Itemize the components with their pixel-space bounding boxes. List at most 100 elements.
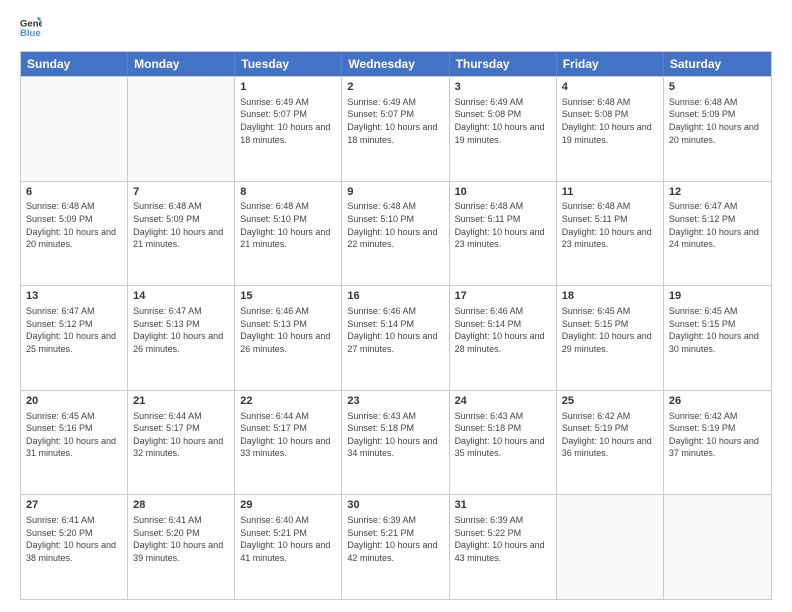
- day-info: Sunrise: 6:45 AM Sunset: 5:15 PM Dayligh…: [562, 305, 658, 355]
- day-info: Sunrise: 6:48 AM Sunset: 5:09 PM Dayligh…: [26, 200, 122, 250]
- day-number: 23: [347, 394, 443, 409]
- day-cell-19: 19Sunrise: 6:45 AM Sunset: 5:15 PM Dayli…: [664, 286, 771, 390]
- day-cell-17: 17Sunrise: 6:46 AM Sunset: 5:14 PM Dayli…: [450, 286, 557, 390]
- day-number: 19: [669, 289, 766, 304]
- day-header-sunday: Sunday: [21, 52, 128, 76]
- day-number: 31: [455, 498, 551, 513]
- day-info: Sunrise: 6:47 AM Sunset: 5:12 PM Dayligh…: [669, 200, 766, 250]
- day-cell-12: 12Sunrise: 6:47 AM Sunset: 5:12 PM Dayli…: [664, 182, 771, 286]
- day-cell-15: 15Sunrise: 6:46 AM Sunset: 5:13 PM Dayli…: [235, 286, 342, 390]
- calendar-header-row: SundayMondayTuesdayWednesdayThursdayFrid…: [21, 52, 771, 76]
- day-info: Sunrise: 6:48 AM Sunset: 5:09 PM Dayligh…: [133, 200, 229, 250]
- general-blue-icon: General Blue: [20, 16, 42, 38]
- day-number: 13: [26, 289, 122, 304]
- day-cell-20: 20Sunrise: 6:45 AM Sunset: 5:16 PM Dayli…: [21, 391, 128, 495]
- day-cell-7: 7Sunrise: 6:48 AM Sunset: 5:09 PM Daylig…: [128, 182, 235, 286]
- day-cell-24: 24Sunrise: 6:43 AM Sunset: 5:18 PM Dayli…: [450, 391, 557, 495]
- day-info: Sunrise: 6:46 AM Sunset: 5:14 PM Dayligh…: [347, 305, 443, 355]
- day-info: Sunrise: 6:47 AM Sunset: 5:13 PM Dayligh…: [133, 305, 229, 355]
- day-number: 26: [669, 394, 766, 409]
- day-number: 9: [347, 185, 443, 200]
- day-number: 21: [133, 394, 229, 409]
- week-row-1: 1Sunrise: 6:49 AM Sunset: 5:07 PM Daylig…: [21, 76, 771, 181]
- day-number: 16: [347, 289, 443, 304]
- day-info: Sunrise: 6:48 AM Sunset: 5:09 PM Dayligh…: [669, 96, 766, 146]
- day-cell-10: 10Sunrise: 6:48 AM Sunset: 5:11 PM Dayli…: [450, 182, 557, 286]
- day-number: 30: [347, 498, 443, 513]
- day-info: Sunrise: 6:45 AM Sunset: 5:15 PM Dayligh…: [669, 305, 766, 355]
- day-number: 14: [133, 289, 229, 304]
- day-number: 1: [240, 80, 336, 95]
- day-info: Sunrise: 6:39 AM Sunset: 5:22 PM Dayligh…: [455, 514, 551, 564]
- day-cell-31: 31Sunrise: 6:39 AM Sunset: 5:22 PM Dayli…: [450, 495, 557, 599]
- day-cell-25: 25Sunrise: 6:42 AM Sunset: 5:19 PM Dayli…: [557, 391, 664, 495]
- day-cell-23: 23Sunrise: 6:43 AM Sunset: 5:18 PM Dayli…: [342, 391, 449, 495]
- day-cell-13: 13Sunrise: 6:47 AM Sunset: 5:12 PM Dayli…: [21, 286, 128, 390]
- logo: General Blue: [20, 16, 46, 43]
- day-cell-26: 26Sunrise: 6:42 AM Sunset: 5:19 PM Dayli…: [664, 391, 771, 495]
- day-info: Sunrise: 6:41 AM Sunset: 5:20 PM Dayligh…: [133, 514, 229, 564]
- day-info: Sunrise: 6:48 AM Sunset: 5:08 PM Dayligh…: [562, 96, 658, 146]
- day-cell-18: 18Sunrise: 6:45 AM Sunset: 5:15 PM Dayli…: [557, 286, 664, 390]
- day-cell-9: 9Sunrise: 6:48 AM Sunset: 5:10 PM Daylig…: [342, 182, 449, 286]
- day-cell-29: 29Sunrise: 6:40 AM Sunset: 5:21 PM Dayli…: [235, 495, 342, 599]
- day-info: Sunrise: 6:42 AM Sunset: 5:19 PM Dayligh…: [562, 410, 658, 460]
- day-number: 4: [562, 80, 658, 95]
- day-cell-27: 27Sunrise: 6:41 AM Sunset: 5:20 PM Dayli…: [21, 495, 128, 599]
- week-row-4: 20Sunrise: 6:45 AM Sunset: 5:16 PM Dayli…: [21, 390, 771, 495]
- day-number: 25: [562, 394, 658, 409]
- day-info: Sunrise: 6:44 AM Sunset: 5:17 PM Dayligh…: [133, 410, 229, 460]
- day-header-saturday: Saturday: [664, 52, 771, 76]
- svg-text:Blue: Blue: [20, 28, 41, 38]
- day-cell-8: 8Sunrise: 6:48 AM Sunset: 5:10 PM Daylig…: [235, 182, 342, 286]
- day-cell-11: 11Sunrise: 6:48 AM Sunset: 5:11 PM Dayli…: [557, 182, 664, 286]
- day-info: Sunrise: 6:43 AM Sunset: 5:18 PM Dayligh…: [455, 410, 551, 460]
- day-number: 20: [26, 394, 122, 409]
- day-cell-28: 28Sunrise: 6:41 AM Sunset: 5:20 PM Dayli…: [128, 495, 235, 599]
- day-number: 11: [562, 185, 658, 200]
- day-cell-16: 16Sunrise: 6:46 AM Sunset: 5:14 PM Dayli…: [342, 286, 449, 390]
- day-header-friday: Friday: [557, 52, 664, 76]
- day-header-thursday: Thursday: [450, 52, 557, 76]
- day-info: Sunrise: 6:45 AM Sunset: 5:16 PM Dayligh…: [26, 410, 122, 460]
- day-cell-1: 1Sunrise: 6:49 AM Sunset: 5:07 PM Daylig…: [235, 77, 342, 181]
- day-number: 18: [562, 289, 658, 304]
- day-number: 7: [133, 185, 229, 200]
- day-number: 28: [133, 498, 229, 513]
- header: General Blue: [20, 16, 772, 43]
- day-info: Sunrise: 6:41 AM Sunset: 5:20 PM Dayligh…: [26, 514, 122, 564]
- day-cell-30: 30Sunrise: 6:39 AM Sunset: 5:21 PM Dayli…: [342, 495, 449, 599]
- day-number: 3: [455, 80, 551, 95]
- day-header-monday: Monday: [128, 52, 235, 76]
- day-cell-21: 21Sunrise: 6:44 AM Sunset: 5:17 PM Dayli…: [128, 391, 235, 495]
- empty-cell: [664, 495, 771, 599]
- day-info: Sunrise: 6:48 AM Sunset: 5:11 PM Dayligh…: [562, 200, 658, 250]
- day-info: Sunrise: 6:42 AM Sunset: 5:19 PM Dayligh…: [669, 410, 766, 460]
- day-number: 5: [669, 80, 766, 95]
- day-cell-4: 4Sunrise: 6:48 AM Sunset: 5:08 PM Daylig…: [557, 77, 664, 181]
- day-info: Sunrise: 6:43 AM Sunset: 5:18 PM Dayligh…: [347, 410, 443, 460]
- day-number: 15: [240, 289, 336, 304]
- day-number: 17: [455, 289, 551, 304]
- empty-cell: [21, 77, 128, 181]
- day-info: Sunrise: 6:48 AM Sunset: 5:10 PM Dayligh…: [240, 200, 336, 250]
- day-header-wednesday: Wednesday: [342, 52, 449, 76]
- day-number: 12: [669, 185, 766, 200]
- day-info: Sunrise: 6:46 AM Sunset: 5:14 PM Dayligh…: [455, 305, 551, 355]
- day-info: Sunrise: 6:49 AM Sunset: 5:07 PM Dayligh…: [240, 96, 336, 146]
- calendar: SundayMondayTuesdayWednesdayThursdayFrid…: [20, 51, 772, 600]
- empty-cell: [128, 77, 235, 181]
- day-header-tuesday: Tuesday: [235, 52, 342, 76]
- day-number: 22: [240, 394, 336, 409]
- empty-cell: [557, 495, 664, 599]
- day-info: Sunrise: 6:48 AM Sunset: 5:10 PM Dayligh…: [347, 200, 443, 250]
- day-cell-14: 14Sunrise: 6:47 AM Sunset: 5:13 PM Dayli…: [128, 286, 235, 390]
- day-cell-5: 5Sunrise: 6:48 AM Sunset: 5:09 PM Daylig…: [664, 77, 771, 181]
- day-info: Sunrise: 6:47 AM Sunset: 5:12 PM Dayligh…: [26, 305, 122, 355]
- day-cell-2: 2Sunrise: 6:49 AM Sunset: 5:07 PM Daylig…: [342, 77, 449, 181]
- day-number: 29: [240, 498, 336, 513]
- day-info: Sunrise: 6:46 AM Sunset: 5:13 PM Dayligh…: [240, 305, 336, 355]
- calendar-body: 1Sunrise: 6:49 AM Sunset: 5:07 PM Daylig…: [21, 76, 771, 599]
- week-row-2: 6Sunrise: 6:48 AM Sunset: 5:09 PM Daylig…: [21, 181, 771, 286]
- day-number: 10: [455, 185, 551, 200]
